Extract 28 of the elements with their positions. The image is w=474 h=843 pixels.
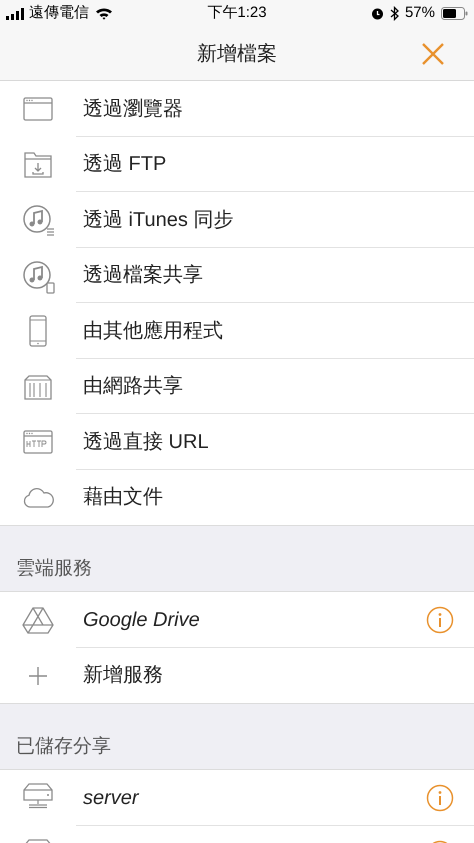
carrier-name: 遠傳電信 [29,3,89,24]
row-label: 藉由文件 [83,485,163,510]
row-label: 透過直接 URL [83,430,209,455]
row-label: 透過 iTunes 同步 [83,208,234,233]
alarm-icon [370,7,384,20]
row-label: server [83,786,139,811]
row-label: Google Drive [83,608,200,633]
signal-icon [6,8,26,20]
info-icon [426,606,454,634]
close-button[interactable] [420,41,446,67]
wifi-icon [95,7,113,20]
row-label: 透過瀏覽器 [83,96,183,122]
info-button[interactable] [426,784,454,812]
info-icon [426,784,454,812]
row-label: 透過 FTP [83,152,166,178]
bluetooth-icon [390,6,399,21]
row-label: 透過檔案共享 [83,263,203,288]
info-button[interactable] [426,606,454,634]
section-header: 雲端服務 [16,556,92,580]
row-label: 由其他應用程式 [83,318,223,344]
clock-time: 下午1:23 [207,3,267,24]
close-icon [422,43,444,65]
row-label: 由網路共享 [83,374,183,400]
row-label: 新增服務 [83,663,163,688]
screen-title: 新增檔案 [197,42,277,66]
battery-percentage: 57% [404,3,435,24]
section-header: 已儲存分享 [16,734,111,758]
battery-icon [441,7,468,20]
